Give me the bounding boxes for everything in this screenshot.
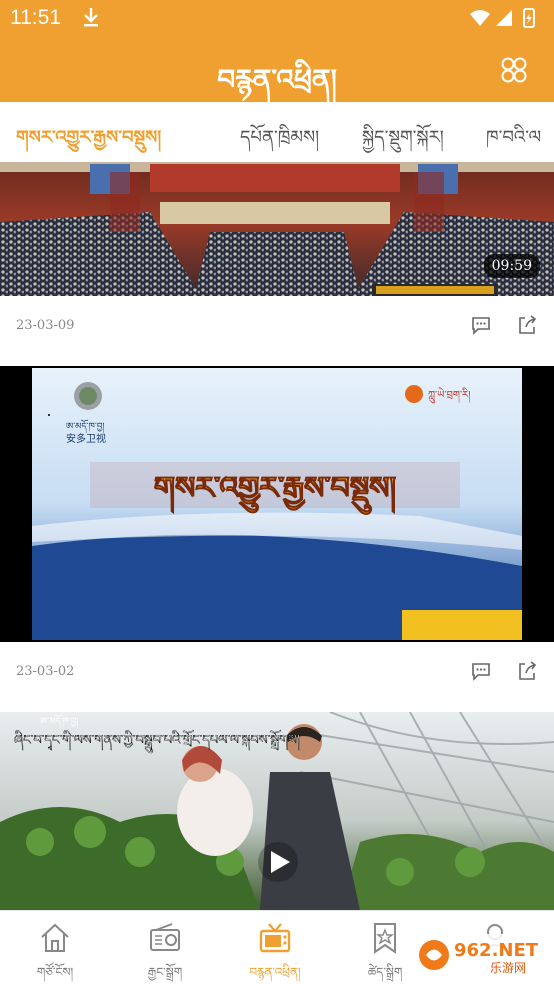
tab-news-summary[interactable]: གསར་འགྱུར་རྒྱས་བསྡུས། [16,118,161,162]
video-thumbnail[interactable]: ཨ་མདོ་ཁ་བྱ། ཞིང་བ་དྭང་གི་ལས་གནས་ཀྱི་བསྒྲ… [0,712,554,910]
share-icon[interactable] [516,314,538,336]
app-header: 11:51 བརྙན་འཕྲིན། [0,0,554,102]
channel-name: 安多卫视 [66,432,106,445]
tab-law[interactable]: དཔོན་ཁྲིམས། [240,118,319,162]
download-icon [84,8,98,27]
status-time: 11:51 [10,6,61,29]
nav-home-label: གཙོ་ངོས། [36,965,74,979]
tv-icon [259,923,291,953]
category-tabs: གསར་འགྱུར་རྒྱས་བསྡུས། དཔོན་ཁྲིམས། སྐྱིད་… [0,102,554,162]
greenhouse-image: ཨ་མདོ་ཁ་བྱ། ཞིང་བ་དྭང་གི་ལས་གནས་ཀྱི་བསྒྲ… [0,712,554,910]
video-date: 23-03-02 [16,664,75,679]
nav-tv-label: བརྙན་འཕྲིན། [249,965,301,979]
bookmark-icon [374,923,396,954]
news-intro-image: ཨ་མདོ་ཁ་བྱ། 安多卫视 ཀླུ་ཡེ་བྲག་རི། གསར་འགྱུ… [0,366,554,642]
assembly-hall-image [0,162,554,296]
channel-tibetan-name: ཨ་མདོ་ཁ་བྱ། [66,419,104,434]
video-meta-row: 23-03-02 [0,642,554,712]
video-thumbnail[interactable]: 09:59 [0,162,554,296]
share-icon[interactable] [516,660,538,682]
comment-icon[interactable] [470,660,492,682]
video-date: 23-03-09 [16,318,75,333]
nav-tv[interactable]: བརྙན་འཕྲིན། [220,911,330,984]
video-thumbnail[interactable]: ཨ་མདོ་ཁ་བྱ། 安多卫视 ཀླུ་ཡེ་བྲག་རི། གསར་འགྱུ… [0,366,554,642]
channel-corner-tag: ཨ་མདོ་ཁ་བྱ། [40,714,78,729]
tab-more[interactable]: ཁ་བའི་ལ [486,118,541,162]
video-meta-row: 23-03-09 [0,296,554,366]
home-icon [41,923,69,952]
radio-icon [150,923,180,951]
comment-icon[interactable] [470,314,492,336]
watermark-brand: 962.NET [454,940,539,961]
nav-home[interactable]: གཙོ་ངོས། [0,911,110,984]
watermark-sub: 乐游网 [490,961,526,975]
nav-radio[interactable]: རྒྱང་སྒྲོག [110,911,220,984]
nav-radio-label: རྒྱང་སྒྲོག [147,965,183,979]
tab-livelihood[interactable]: སྐྱིད་སྡུག་སྐོར། [362,118,444,162]
status-signal-icons [470,8,535,28]
status-bar: 11:51 [0,0,554,38]
menu-grid-icon[interactable] [500,56,528,84]
video-duration: 09:59 [483,254,540,278]
site-watermark: 962.NET 乐游网 [414,934,552,976]
